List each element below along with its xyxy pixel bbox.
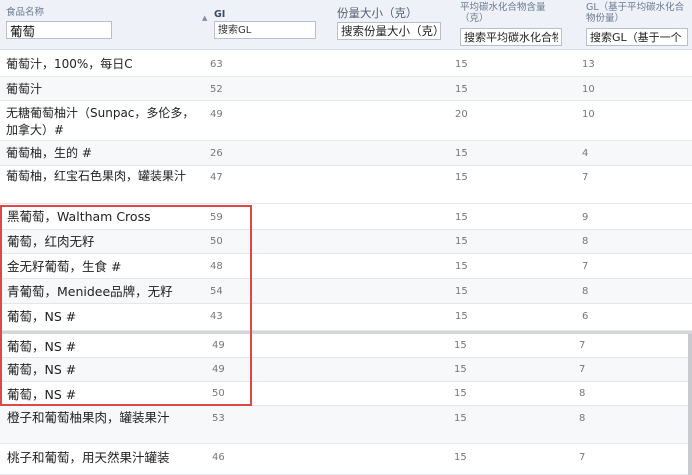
carb-value: 15 <box>455 212 468 223</box>
table-row[interactable]: 葡萄柚，生的 # 26 15 4 <box>0 141 692 166</box>
food-name: 橙子和葡萄柚果肉，罐装果汁 <box>7 410 170 425</box>
gi-value: 53 <box>212 413 225 424</box>
gi-value: 54 <box>210 286 223 297</box>
gi-filter-input[interactable] <box>214 21 316 39</box>
gl-filter-input[interactable] <box>586 28 688 46</box>
gl-value: 8 <box>582 286 589 297</box>
gl-value: 7 <box>579 364 586 375</box>
name-filter-input[interactable] <box>6 21 112 39</box>
gi-value: 49 <box>212 364 225 375</box>
table-row[interactable]: 无糖葡萄柚汁（Sunpac，多伦多，加拿大）# 49 20 10 <box>0 101 692 141</box>
carb-value: 15 <box>454 340 467 351</box>
column-name-label: 食品名称 <box>6 7 45 18</box>
gi-value: 49 <box>212 340 225 351</box>
column-gi-label: GI <box>214 9 226 20</box>
table-header: 食品名称 ▲ GI 份量大小（克） 平均碳水化合物含量（克） GL（基于平均碳水… <box>0 0 692 50</box>
table-row[interactable]: 葡萄汁，100%，每日C 63 15 13 <box>0 51 692 77</box>
table-row[interactable]: 黑葡萄，Waltham Cross 59 15 9 <box>0 205 692 230</box>
food-name: 金无籽葡萄，生食 # <box>7 259 122 274</box>
food-name: 青葡萄，Menidee品牌，无籽 <box>7 284 173 299</box>
carb-value: 15 <box>455 59 468 70</box>
carb-value: 15 <box>454 452 467 463</box>
table-row[interactable]: 桃子和葡萄，用天然果汁罐装 46 15 7 <box>0 444 688 475</box>
gi-value: 48 <box>210 261 223 272</box>
gl-value: 4 <box>582 148 589 159</box>
carb-value: 15 <box>455 311 468 322</box>
column-size-label: 份量大小（克） <box>337 6 418 20</box>
carb-value: 15 <box>455 236 468 247</box>
carb-value: 15 <box>455 261 468 272</box>
table-row[interactable]: 青葡萄，Menidee品牌，无籽 54 15 8 <box>0 279 692 304</box>
carb-value: 15 <box>455 148 468 159</box>
gi-value: 63 <box>210 59 223 70</box>
column-gi: GI <box>214 0 324 50</box>
sort-ascending-icon[interactable]: ▲ <box>202 14 207 22</box>
food-name: 黑葡萄，Waltham Cross <box>7 209 151 224</box>
gi-value: 43 <box>210 311 223 322</box>
gl-value: 13 <box>582 59 595 70</box>
gl-value: 6 <box>582 311 589 322</box>
table-row[interactable]: 葡萄柚，红宝石色果肉，罐装果汁 47 15 7 <box>0 166 692 204</box>
gl-value: 8 <box>579 388 586 399</box>
gl-value: 7 <box>579 452 586 463</box>
gl-value: 10 <box>582 84 595 95</box>
carb-value: 20 <box>455 109 468 120</box>
food-name: 葡萄，NS # <box>7 309 77 324</box>
table-row[interactable]: 葡萄，红肉无籽 50 15 8 <box>0 230 692 254</box>
column-size: 份量大小（克） <box>337 0 449 50</box>
gl-value: 8 <box>579 413 586 424</box>
food-name: 葡萄，NS # <box>7 362 77 377</box>
food-name: 葡萄汁，100%，每日C <box>6 57 133 71</box>
gi-value: 59 <box>210 212 223 223</box>
table-row[interactable]: 葡萄汁 52 15 10 <box>0 77 692 101</box>
gi-value: 50 <box>212 388 225 399</box>
gi-value: 50 <box>210 236 223 247</box>
gi-value: 26 <box>210 148 223 159</box>
carb-value: 15 <box>454 388 467 399</box>
food-name: 桃子和葡萄，用天然果汁罐装 <box>7 450 170 465</box>
gl-value: 7 <box>582 172 589 183</box>
table-row[interactable]: 葡萄，NS # 49 15 7 <box>0 358 688 382</box>
carb-value: 15 <box>454 364 467 375</box>
table-row[interactable]: 葡萄，NS # 43 15 6 <box>0 304 692 331</box>
size-filter-input[interactable] <box>337 22 441 40</box>
carb-value: 15 <box>455 84 468 95</box>
food-name: 葡萄柚，红宝石色果肉，罐装果汁 <box>6 169 187 183</box>
panel-edge <box>688 334 692 475</box>
carb-value: 15 <box>455 172 468 183</box>
gi-value: 47 <box>210 172 223 183</box>
gi-value: 52 <box>210 84 223 95</box>
column-gl: GL（基于平均碳水化合物份量） <box>586 0 692 50</box>
table-row[interactable]: 金无籽葡萄，生食 # 48 15 7 <box>0 254 692 279</box>
table-row[interactable]: 橙子和葡萄柚果肉，罐装果汁 53 15 8 <box>0 406 688 444</box>
gl-value: 7 <box>579 340 586 351</box>
gi-value: 46 <box>212 452 225 463</box>
carb-value: 15 <box>454 413 467 424</box>
column-carb-label: 平均碳水化合物含量（克） <box>460 2 546 24</box>
carb-filter-input[interactable] <box>460 28 562 46</box>
gl-value: 8 <box>582 236 589 247</box>
column-gl-label: GL（基于平均碳水化合物份量） <box>586 2 685 24</box>
gl-value: 10 <box>582 109 595 120</box>
gl-value: 9 <box>582 212 589 223</box>
carb-value: 15 <box>455 286 468 297</box>
column-carb: 平均碳水化合物含量（克） <box>460 0 578 50</box>
food-name: 无糖葡萄柚汁（Sunpac，多伦多，加拿大）# <box>6 106 195 137</box>
column-name: 食品名称 ▲ <box>6 0 207 50</box>
table-row[interactable]: 葡萄，NS # 50 15 8 <box>0 382 688 406</box>
gi-value: 49 <box>210 109 223 120</box>
gl-value: 7 <box>582 261 589 272</box>
food-name: 葡萄，NS # <box>7 339 77 354</box>
food-name: 葡萄，NS # <box>7 387 77 402</box>
table-row[interactable]: 葡萄，NS # 49 15 7 <box>0 334 688 358</box>
food-name: 葡萄，红肉无籽 <box>7 234 95 249</box>
food-name: 葡萄柚，生的 # <box>6 146 92 160</box>
food-name: 葡萄汁 <box>6 82 43 96</box>
